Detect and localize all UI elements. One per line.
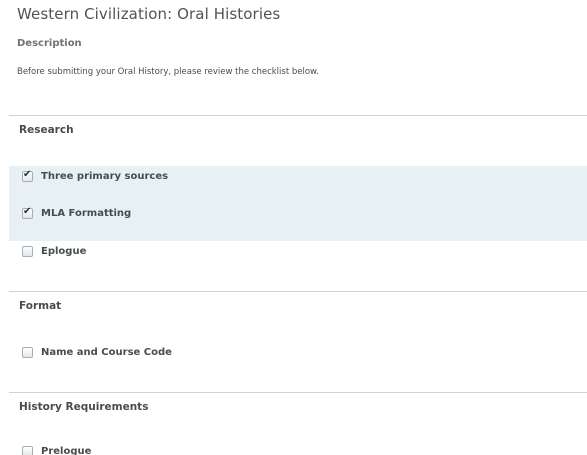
checklist-item-label: Prelogue xyxy=(41,445,92,455)
section-divider xyxy=(9,291,587,292)
checkmark-icon: ✔ xyxy=(23,205,32,217)
page-title: Western Civilization: Oral Histories xyxy=(17,5,281,23)
checkbox[interactable] xyxy=(22,346,33,358)
checkmark-icon: ✔ xyxy=(23,168,32,180)
checkbox[interactable] xyxy=(22,245,33,257)
checkbox[interactable]: ✔ xyxy=(22,205,33,219)
checklist-page: Western Civilization: Oral Histories Des… xyxy=(0,0,587,455)
section-heading-format: Format xyxy=(19,300,62,312)
section-heading-research: Research xyxy=(19,124,74,136)
description-label: Description xyxy=(17,38,82,49)
description-text: Before submitting your Oral History, ple… xyxy=(17,67,319,77)
checklist-item-label: Three primary sources xyxy=(41,170,169,182)
checklist-item-name-and-course-code[interactable]: Name and Course Code xyxy=(22,345,172,359)
checklist-item-label: Name and Course Code xyxy=(41,346,172,358)
checkbox[interactable] xyxy=(22,445,33,455)
checklist-item-three-primary-sources[interactable]: ✔ Three primary sources xyxy=(22,169,168,183)
checklist-item-prelogue[interactable]: Prelogue xyxy=(22,444,91,455)
checklist-item-label: Eplogue xyxy=(41,245,87,257)
section-divider xyxy=(9,115,587,116)
checklist-item-eplogue[interactable]: Eplogue xyxy=(22,244,86,258)
section-divider xyxy=(9,392,587,393)
checklist-item-mla-formatting[interactable]: ✔ MLA Formatting xyxy=(22,206,131,220)
checkbox[interactable]: ✔ xyxy=(22,168,33,182)
checklist-item-label: MLA Formatting xyxy=(41,207,132,219)
section-heading-history-requirements: History Requirements xyxy=(19,401,149,413)
